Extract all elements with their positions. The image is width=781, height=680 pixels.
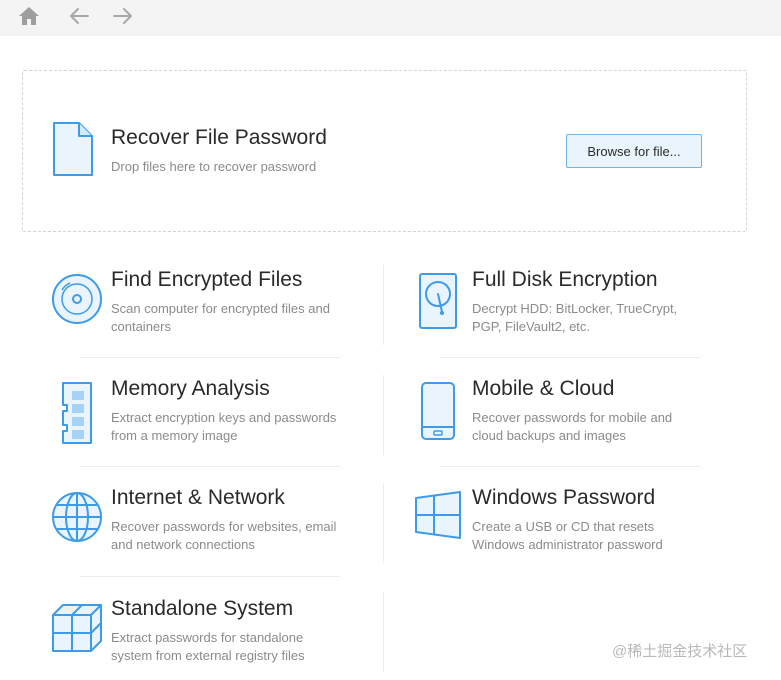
mobile-phone-icon	[408, 381, 468, 441]
card-description: Decrypt HDD: BitLocker, TrueCrypt, PGP, …	[472, 301, 678, 334]
windows-logo-icon	[408, 490, 468, 550]
card-title: Internet & Network	[111, 486, 285, 509]
column-divider	[383, 483, 384, 563]
card-description: Recover passwords for websites, email an…	[111, 519, 337, 552]
memory-chip-icon	[47, 381, 107, 444]
card-title: Mobile & Cloud	[472, 377, 615, 400]
globe-icon	[47, 490, 107, 550]
card-title: Full Disk Encryption	[472, 268, 658, 291]
card-find-encrypted-files[interactable]: Find Encrypted Files Scan computer for e…	[47, 268, 347, 364]
dropzone-title: Recover File Password	[111, 126, 327, 149]
card-full-disk-encryption[interactable]: Full Disk Encryption Decrypt HDD: BitLoc…	[408, 268, 708, 364]
toolbar	[0, 0, 781, 36]
card-description: Create a USB or CD that resets Windows a…	[472, 519, 663, 552]
card-description: Extract encryption keys and passwords fr…	[111, 410, 337, 443]
card-title: Standalone System	[111, 597, 294, 620]
back-button[interactable]	[64, 3, 94, 29]
browse-file-button[interactable]: Browse for file...	[566, 134, 702, 168]
card-standalone-system[interactable]: Standalone System Extract passwords for …	[47, 597, 347, 680]
card-internet-network[interactable]: Internet & Network Recover passwords for…	[47, 486, 347, 582]
home-icon	[19, 7, 39, 25]
column-divider	[383, 265, 384, 345]
card-description: Recover passwords for mobile and cloud b…	[472, 410, 673, 443]
file-drop-zone[interactable]: Recover File Password Drop files here to…	[22, 70, 747, 232]
card-description: Scan computer for encrypted files and co…	[111, 301, 330, 334]
card-title: Memory Analysis	[111, 377, 270, 400]
cubes-icon	[47, 601, 107, 661]
dropzone-subtitle: Drop files here to recover password	[111, 159, 317, 174]
column-divider	[383, 375, 384, 455]
watermark: @稀土掘金技术社区	[612, 643, 748, 660]
arrow-left-icon	[70, 8, 89, 24]
card-windows-password[interactable]: Windows Password Create a USB or CD that…	[408, 486, 708, 582]
forward-button[interactable]	[108, 3, 138, 29]
file-icon	[51, 121, 95, 182]
card-title: Find Encrypted Files	[111, 268, 303, 291]
column-divider	[383, 592, 384, 672]
home-button[interactable]	[14, 3, 44, 29]
hard-drive-icon	[408, 272, 468, 332]
disc-icon	[47, 272, 107, 332]
card-memory-analysis[interactable]: Memory Analysis Extract encryption keys …	[47, 377, 347, 473]
card-mobile-cloud[interactable]: Mobile & Cloud Recover passwords for mob…	[408, 377, 708, 473]
card-title: Windows Password	[472, 486, 656, 509]
card-description: Extract passwords for standalone system …	[111, 630, 305, 663]
arrow-right-icon	[113, 8, 132, 24]
